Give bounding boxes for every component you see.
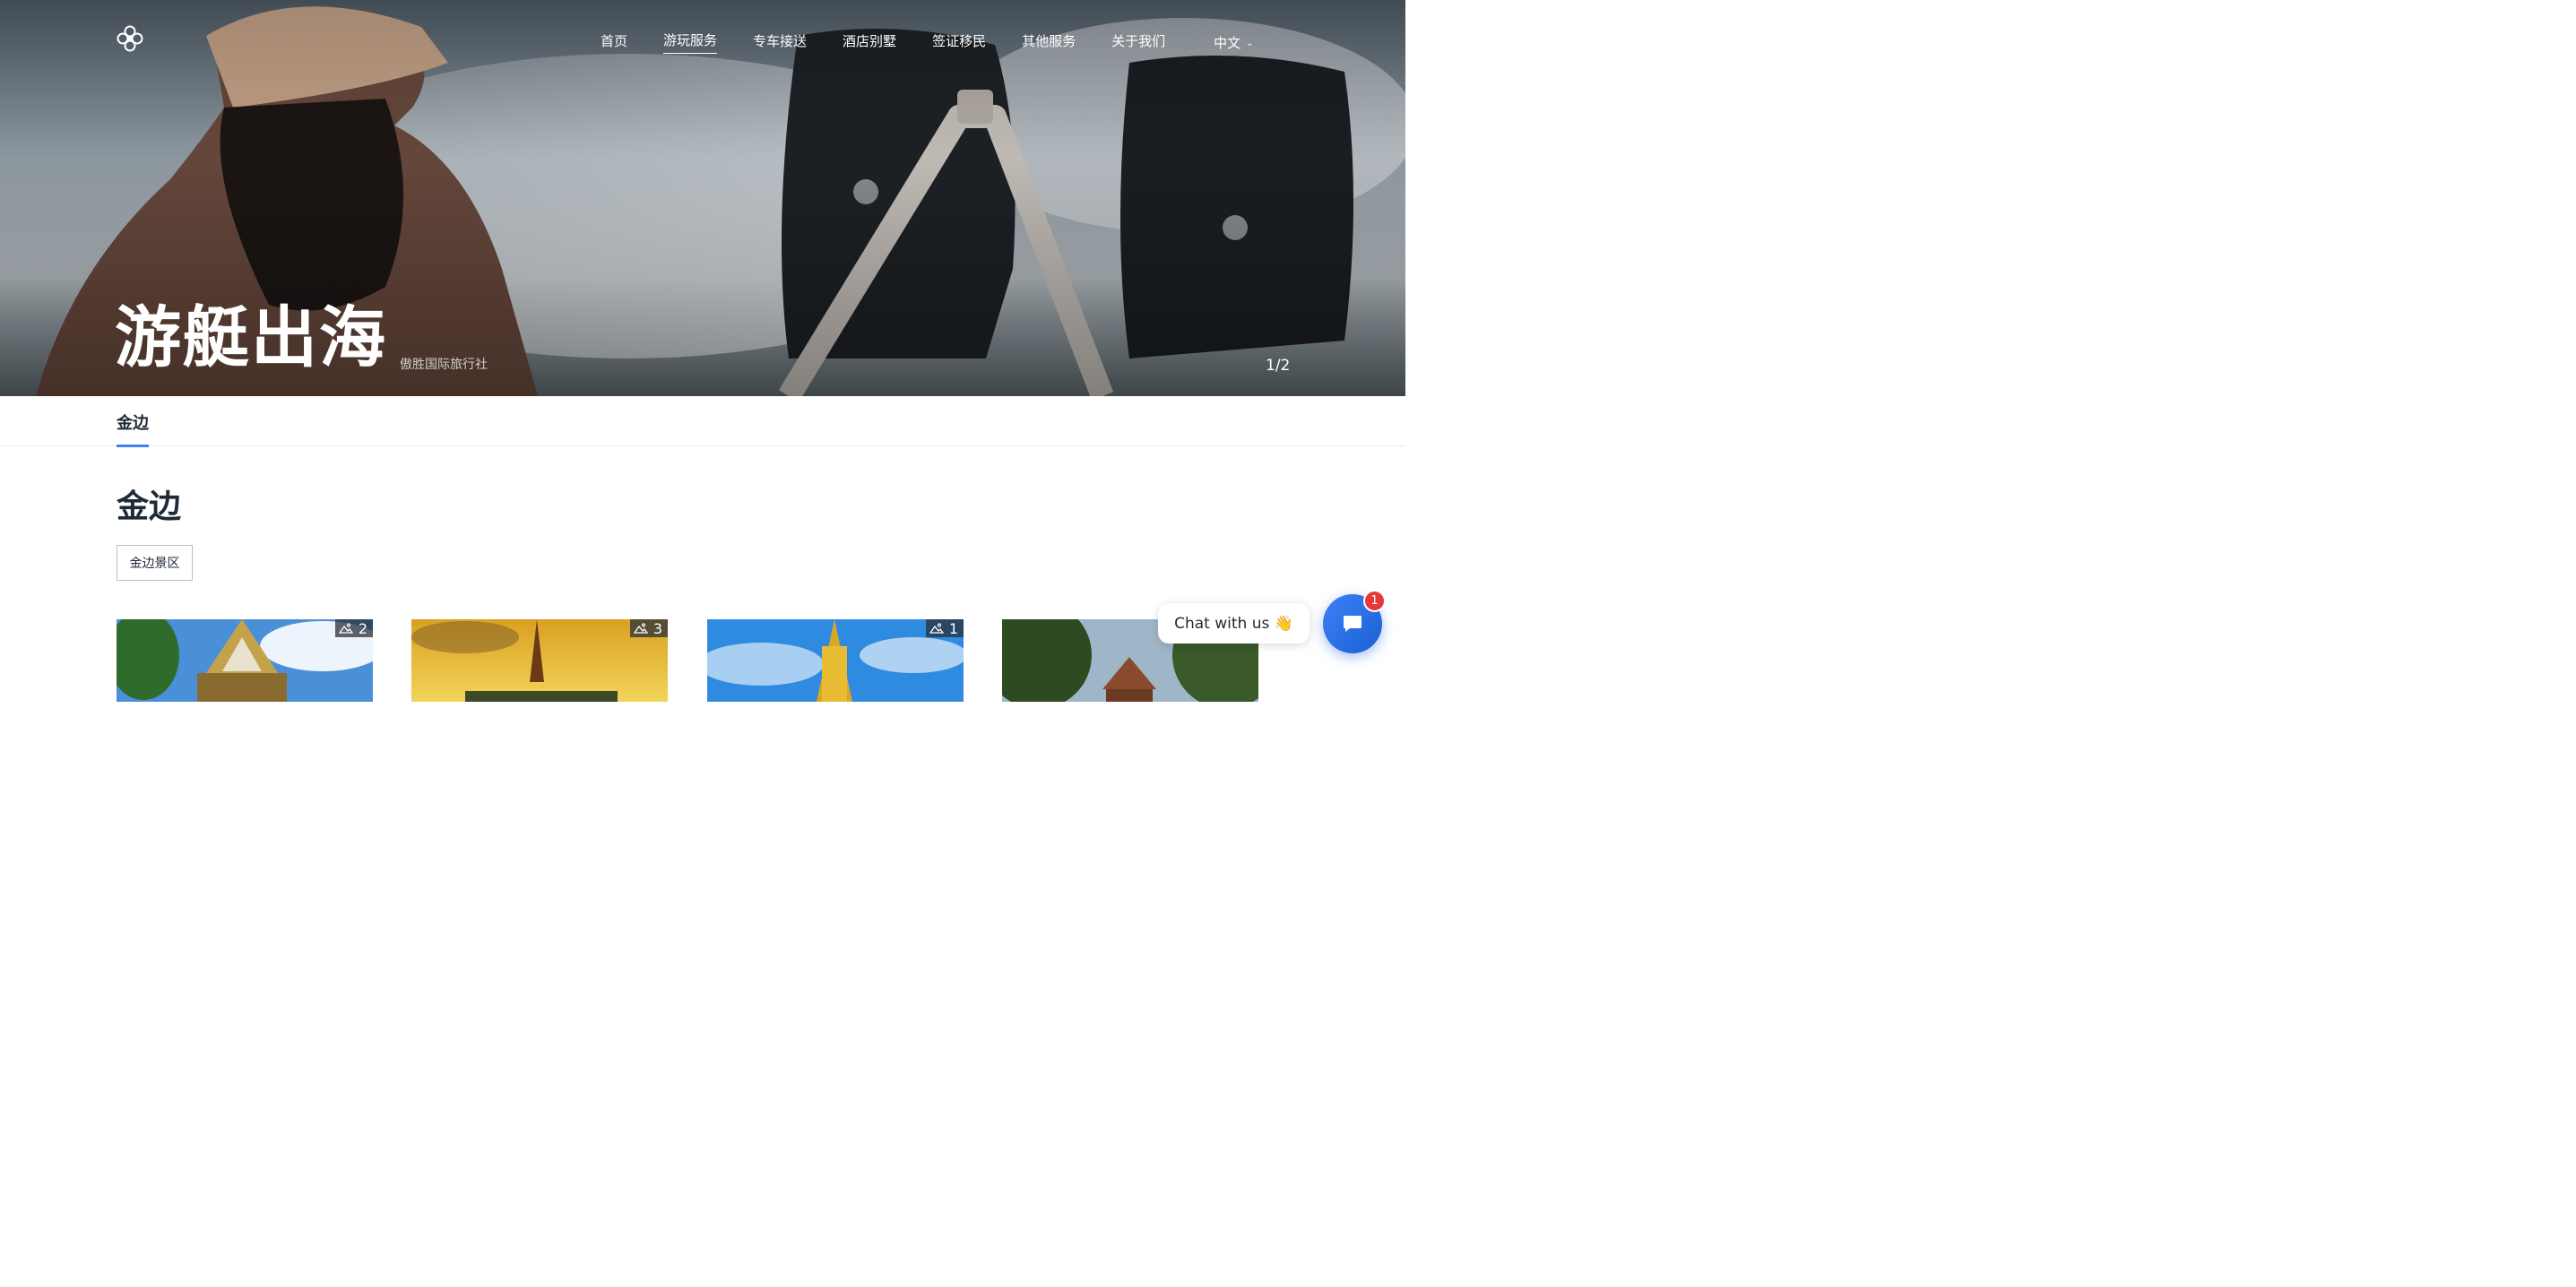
- language-selector[interactable]: 中文 ⌄: [1214, 33, 1253, 52]
- hero-title: 游艇出海: [115, 299, 387, 376]
- image-icon: [633, 623, 648, 634]
- image-icon: [929, 623, 944, 634]
- nav-item-transfers[interactable]: 专车接送: [753, 31, 807, 54]
- tab-phnom-penh[interactable]: 金边: [117, 410, 149, 447]
- main-nav: 首页 游玩服务 专车接送 酒店别墅 签证移民 其他服务 关于我们 中文 ⌄: [601, 30, 1254, 54]
- hero-subtitle: 傲胜国际旅行社: [400, 358, 488, 372]
- attraction-card[interactable]: 1: [707, 619, 964, 702]
- nav-item-visa[interactable]: 签证移民: [932, 31, 986, 54]
- nav-item-about[interactable]: 关于我们: [1111, 31, 1165, 54]
- photo-count-badge: 1: [925, 619, 964, 637]
- photo-count-badge: 3: [629, 619, 668, 637]
- lotus-logo-icon[interactable]: [115, 23, 145, 54]
- section-title: 金边: [117, 488, 182, 525]
- chat-prompt-bubble[interactable]: Chat with us 👋: [1158, 603, 1310, 644]
- hero-banner: 首页 游玩服务 专车接送 酒店别墅 签证移民 其他服务 关于我们 中文 ⌄ 游艇…: [0, 0, 1405, 396]
- attraction-card[interactable]: 2: [117, 619, 373, 702]
- unread-count-badge: 1: [1363, 590, 1386, 612]
- photo-count-badge: 2: [334, 619, 373, 637]
- photo-count: 2: [358, 619, 367, 637]
- attraction-card[interactable]: 3: [411, 619, 668, 702]
- slide-counter: 1/2: [1266, 357, 1291, 375]
- image-icon: [338, 623, 353, 634]
- filter-chip-scenic-spots[interactable]: 金边景区: [117, 545, 193, 581]
- photo-count: 1: [948, 619, 958, 637]
- nav-item-hotels[interactable]: 酒店别墅: [843, 31, 896, 54]
- photo-count: 3: [653, 619, 662, 637]
- chat-icon: [1344, 616, 1361, 632]
- chevron-down-icon: ⌄: [1246, 39, 1254, 48]
- language-label: 中文: [1214, 34, 1241, 51]
- nav-item-tours[interactable]: 游玩服务: [663, 30, 718, 54]
- nav-item-home[interactable]: 首页: [601, 31, 627, 54]
- city-tab-bar: 金边: [0, 396, 1405, 447]
- nav-item-other-services[interactable]: 其他服务: [1022, 31, 1076, 54]
